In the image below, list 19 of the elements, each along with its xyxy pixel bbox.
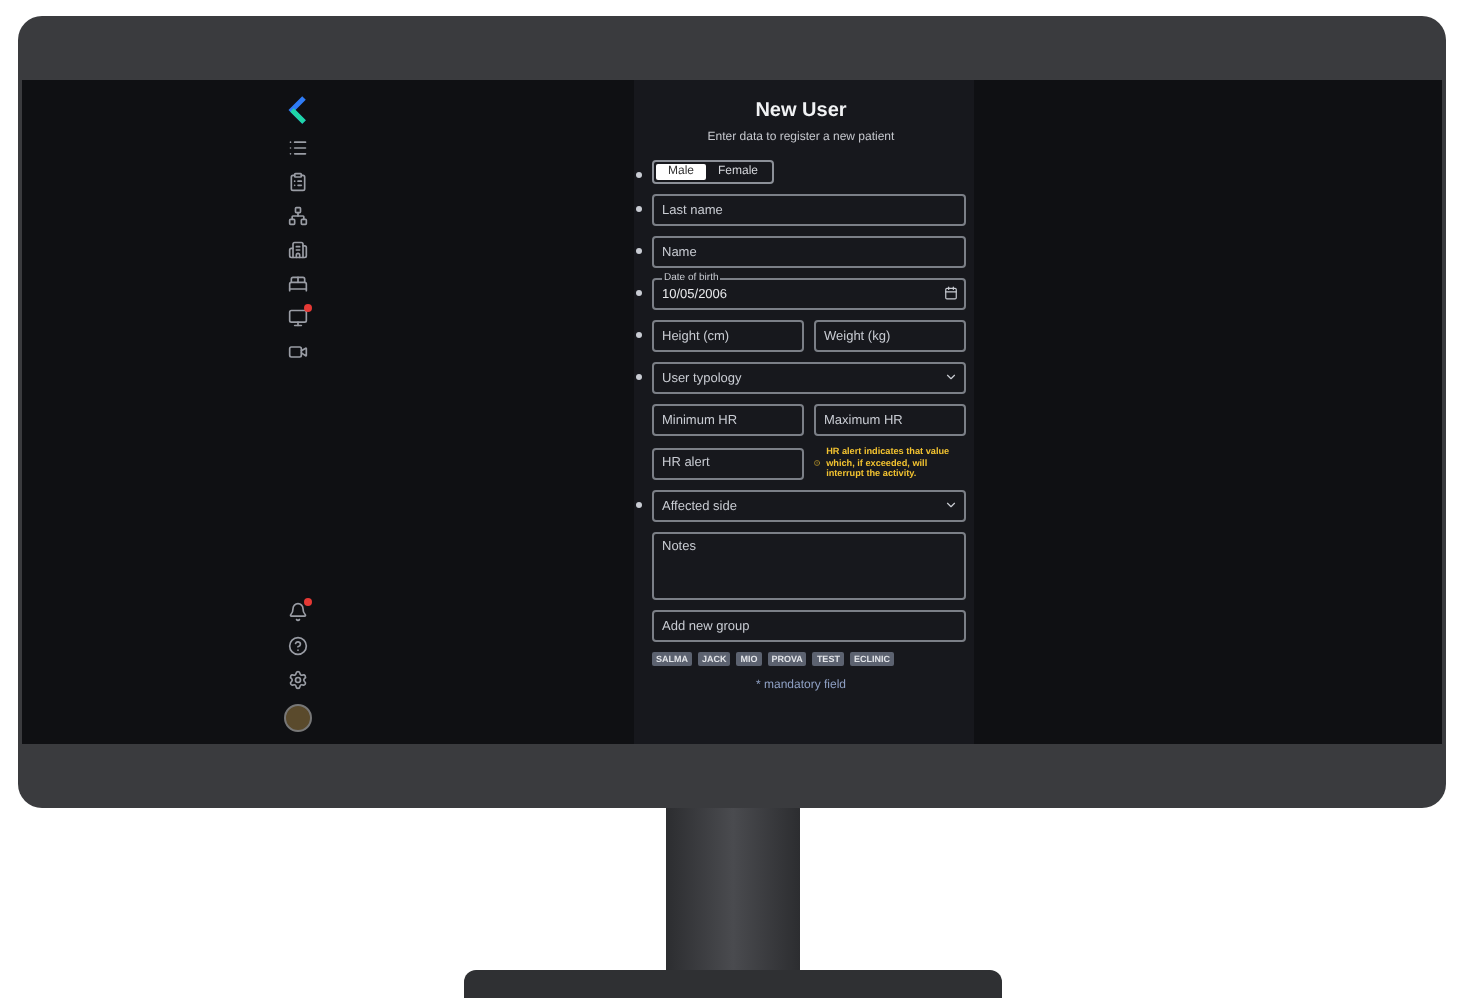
form-title: New User	[753, 100, 849, 122]
calendar-icon[interactable]	[944, 286, 958, 300]
monitor-icon[interactable]	[288, 308, 308, 328]
help-icon[interactable]	[288, 636, 308, 656]
warning-icon	[814, 456, 821, 471]
notification-dot	[304, 598, 312, 606]
avatar[interactable]	[284, 704, 312, 732]
hierarchy-icon[interactable]	[288, 206, 308, 226]
bed-icon[interactable]	[288, 274, 308, 294]
chevron-icon	[944, 498, 958, 513]
list-icon[interactable]	[288, 138, 308, 158]
building-icon[interactable]	[288, 240, 308, 260]
notification-dot	[304, 304, 312, 312]
bell-icon[interactable]	[288, 602, 308, 622]
logo-icon	[288, 96, 308, 124]
chevron-icon	[944, 370, 958, 384]
video-icon[interactable]	[288, 342, 308, 362]
settings-icon[interactable]	[288, 670, 308, 690]
clipboard-icon[interactable]	[288, 172, 308, 192]
